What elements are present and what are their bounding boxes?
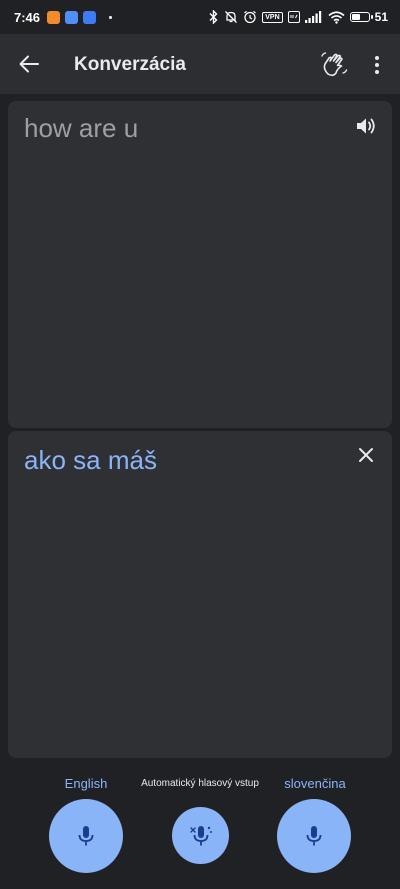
- wave-button[interactable]: [318, 50, 350, 80]
- more-vert-icon: [375, 56, 379, 74]
- close-translation-button[interactable]: [354, 443, 378, 467]
- arrow-left-icon: [19, 55, 39, 73]
- more-options-button[interactable]: [362, 50, 392, 80]
- battery-icon: [349, 12, 373, 22]
- mic-english-button[interactable]: [49, 799, 123, 873]
- alarm-icon: [243, 10, 257, 24]
- waving-hand-icon: [321, 52, 348, 77]
- source-text: how are u: [24, 113, 139, 143]
- status-left: 7:46: [14, 9, 113, 25]
- battery-fill: [351, 14, 360, 20]
- wifi-icon: [328, 10, 345, 24]
- bluetooth-icon: [208, 10, 219, 24]
- app-bar: Konverzácia: [0, 34, 400, 94]
- back-button[interactable]: [14, 49, 44, 79]
- translation-text: ako sa máš: [24, 445, 157, 475]
- screen: 7:46 VPN 51 Konverzácia how are u ako sa…: [0, 0, 400, 889]
- microphone-icon: [78, 826, 94, 846]
- data-speed-icon: [287, 11, 300, 23]
- volume-icon: [357, 118, 375, 134]
- status-right: VPN 51: [208, 10, 388, 24]
- status-bar: 7:46 VPN 51: [0, 0, 400, 34]
- signal-icon: [304, 11, 323, 23]
- notification-dot-icon: [109, 15, 113, 19]
- battery-percent: 51: [374, 10, 388, 24]
- notification-app-icon: [83, 10, 97, 24]
- microphone-icon: [306, 826, 322, 846]
- muted-bell-icon: [224, 10, 238, 24]
- page-title: Konverzácia: [74, 54, 186, 75]
- auto-voice-button[interactable]: [172, 807, 229, 864]
- status-time: 7:46: [14, 9, 41, 25]
- translation-panel[interactable]: ako sa máš: [8, 431, 392, 758]
- notification-app-icon: [65, 10, 79, 24]
- auto-microphone-icon: [189, 825, 212, 845]
- voice-controls: English Automatický hlasový vstup sloven…: [0, 762, 400, 889]
- mic-slovak-button[interactable]: [277, 799, 351, 873]
- right-language-label[interactable]: slovenčina: [255, 776, 375, 791]
- notification-app-icon: [47, 10, 61, 24]
- vpn-badge: VPN: [262, 11, 283, 23]
- speak-source-button[interactable]: [354, 113, 380, 139]
- source-text-panel[interactable]: how are u: [8, 101, 392, 428]
- close-icon: [359, 448, 373, 462]
